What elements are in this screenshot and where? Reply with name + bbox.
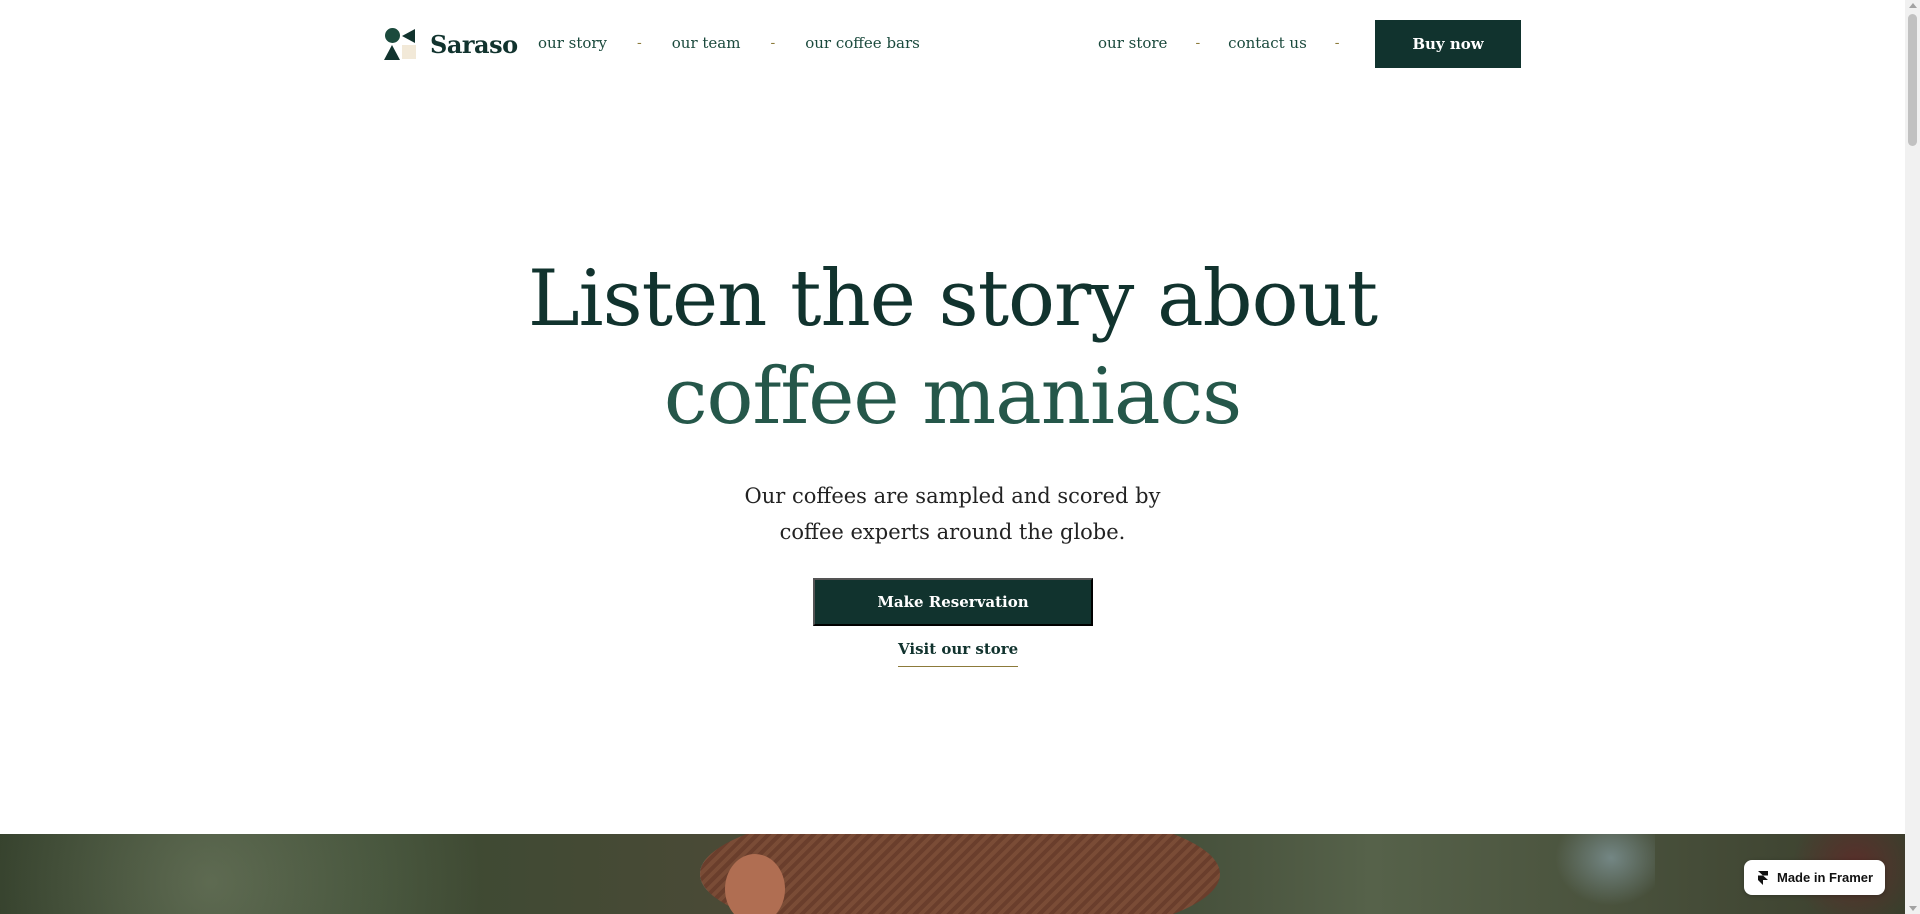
make-reservation-button[interactable]: Make Reservation: [813, 578, 1093, 626]
hero-title: Listen the story about coffee maniacs: [0, 250, 1905, 446]
nav-our-coffee-bars[interactable]: our coffee bars: [805, 34, 920, 52]
hero-subtitle: Our coffees are sampled and scored by co…: [0, 478, 1905, 550]
nav-separator: -: [770, 35, 776, 51]
secondary-nav: our store - contact us -: [1098, 34, 1368, 52]
buy-now-button[interactable]: Buy now: [1375, 20, 1521, 68]
hero-title-line1: Listen the story about: [527, 254, 1378, 344]
framer-icon: [1758, 870, 1768, 885]
saraso-logo-icon: [384, 28, 418, 60]
nav-our-store[interactable]: our store: [1098, 34, 1167, 52]
scroll-up-arrow-icon[interactable]: [1909, 3, 1917, 8]
made-in-framer-badge[interactable]: Made in Framer: [1744, 860, 1885, 895]
nav-separator: -: [1195, 35, 1201, 51]
badge-label: Made in Framer: [1777, 870, 1874, 885]
nav-separator: -: [1334, 35, 1340, 51]
scrollbar-thumb[interactable]: [1908, 14, 1917, 146]
nav-separator: -: [637, 35, 642, 51]
site-header: Saraso our story - our team - our coffee…: [384, 20, 1522, 68]
nav-contact-us[interactable]: contact us: [1228, 34, 1307, 52]
primary-nav: our story - our team - our coffee bars: [538, 34, 920, 52]
hero-photo: [0, 834, 1905, 914]
page: Saraso our story - our team - our coffee…: [0, 0, 1905, 914]
vertical-scrollbar[interactable]: [1905, 0, 1920, 914]
scroll-down-arrow-icon[interactable]: [1909, 906, 1917, 911]
brand-logo[interactable]: Saraso: [384, 27, 518, 61]
hero-section: Listen the story about coffee maniacs Ou…: [0, 250, 1905, 550]
nav-our-team[interactable]: our team: [672, 34, 741, 52]
visit-store-link[interactable]: Visit our store: [898, 640, 1019, 667]
hero-subtitle-line2: coffee experts around the globe.: [779, 520, 1126, 544]
hero-title-line2: coffee maniacs: [663, 352, 1242, 442]
nav-our-story[interactable]: our story: [538, 34, 607, 52]
brand-name: Saraso: [430, 29, 518, 59]
hero-subtitle-line1: Our coffees are sampled and scored by: [744, 484, 1161, 508]
